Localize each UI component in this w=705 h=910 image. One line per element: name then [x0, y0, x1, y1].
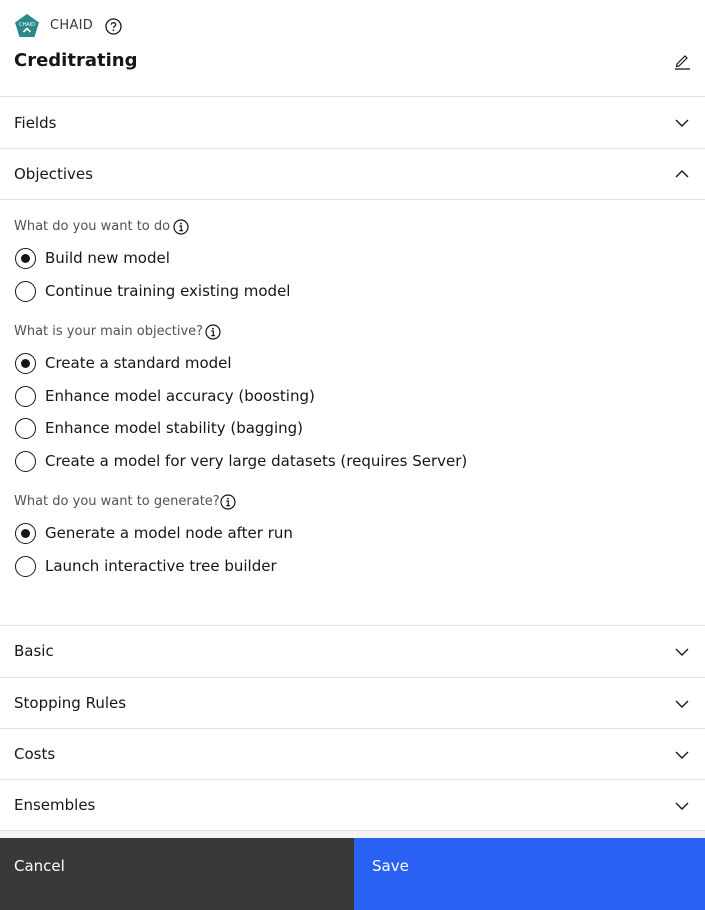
info-icon[interactable] [220, 494, 236, 510]
chevron-up-icon [675, 170, 689, 178]
radio-label: Generate a model node after run [45, 524, 293, 542]
section-label: Objectives [14, 165, 93, 183]
footer-divider [0, 830, 705, 838]
radio-generate-model-node[interactable]: Generate a model node after run [15, 522, 293, 544]
section-label: Basic [14, 642, 54, 660]
radio-label: Continue training existing model [45, 282, 291, 300]
radio-button[interactable] [15, 417, 36, 439]
node-type-label: CHAID [50, 18, 94, 33]
section-ensembles[interactable]: Ensembles [0, 779, 705, 831]
objectives-content: What do you want to do Build new model C… [0, 199, 705, 625]
question-label: What is your main objective? [14, 324, 204, 339]
chevron-down-icon [675, 119, 689, 127]
radio-button[interactable] [15, 280, 36, 302]
save-button[interactable]: Save [354, 838, 705, 910]
radio-label: Enhance model stability (bagging) [45, 419, 304, 437]
radio-build-new-model[interactable]: Build new model [15, 247, 170, 269]
panel-header: CHAID CHAID Creditrating [0, 0, 705, 97]
radio-continue-training[interactable]: Continue training existing model [15, 280, 290, 302]
section-costs[interactable]: Costs [0, 728, 705, 779]
svg-text:CHAID: CHAID [19, 22, 35, 28]
radio-interactive-tree-builder[interactable]: Launch interactive tree builder [15, 555, 277, 577]
radio-button[interactable] [15, 247, 36, 269]
radio-button[interactable] [15, 522, 36, 544]
radio-label: Create a standard model [45, 354, 232, 372]
radio-button[interactable] [15, 555, 36, 577]
question-label: What do you want to generate? [14, 494, 220, 509]
section-label: Stopping Rules [14, 694, 127, 712]
chevron-down-icon [675, 802, 689, 810]
chevron-down-icon [675, 700, 689, 708]
radio-label: Build new model [45, 249, 170, 267]
radio-boosting[interactable]: Enhance model accuracy (boosting) [15, 385, 315, 407]
chaid-node-icon: CHAID [15, 14, 39, 37]
section-fields[interactable]: Fields [0, 96, 705, 148]
info-icon[interactable] [173, 219, 189, 235]
radio-label: Create a model for very large datasets (… [45, 452, 468, 470]
section-label: Fields [14, 114, 57, 132]
info-icon[interactable] [205, 324, 221, 340]
chevron-down-icon [675, 751, 689, 759]
radio-label: Launch interactive tree builder [45, 557, 277, 575]
section-label: Costs [14, 745, 56, 763]
node-title: Creditrating [14, 50, 138, 71]
radio-large-datasets[interactable]: Create a model for very large datasets (… [15, 450, 467, 472]
question-label: What do you want to do [14, 219, 171, 234]
radio-button[interactable] [15, 450, 36, 472]
radio-label: Enhance model accuracy (boosting) [45, 387, 315, 405]
edit-pencil-icon[interactable] [673, 52, 691, 70]
radio-bagging[interactable]: Enhance model stability (bagging) [15, 417, 303, 439]
chevron-down-icon [675, 648, 689, 656]
footer-actions: Cancel Save [0, 838, 705, 910]
radio-standard-model[interactable]: Create a standard model [15, 352, 232, 374]
help-icon[interactable] [105, 18, 122, 35]
radio-button[interactable] [15, 385, 36, 407]
radio-button[interactable] [15, 352, 36, 374]
section-stopping-rules[interactable]: Stopping Rules [0, 677, 705, 728]
section-basic[interactable]: Basic [0, 625, 705, 677]
section-objectives[interactable]: Objectives [0, 148, 705, 199]
cancel-button[interactable]: Cancel [0, 838, 354, 910]
section-label: Ensembles [14, 796, 96, 814]
